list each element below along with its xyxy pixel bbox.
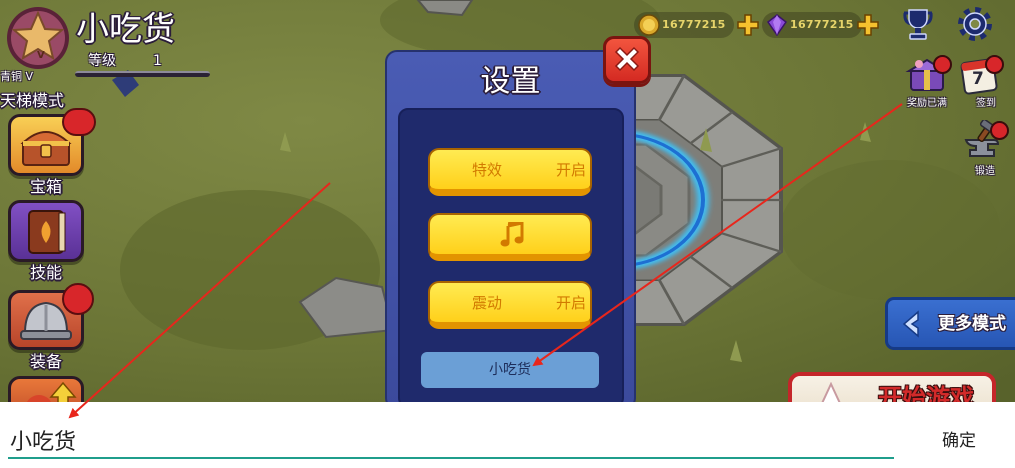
chest-timer-badge — [62, 108, 96, 136]
purple-gem-icon — [766, 14, 788, 36]
skill-book-icon — [28, 210, 66, 254]
name-text-input[interactable] — [8, 422, 894, 459]
effects-label: 特效 — [472, 161, 503, 179]
player-avatar[interactable]: V — [6, 6, 70, 70]
player-name: 小吃货 — [76, 9, 175, 48]
settings-title: 设置 — [480, 64, 541, 99]
music-toggle-button[interactable] — [428, 213, 592, 261]
ladder-mode-label: 天梯模式 — [0, 91, 65, 110]
gem-amount: 16777215 — [790, 18, 854, 31]
forge-label: 锻造 — [975, 166, 995, 177]
gear-icon[interactable] — [957, 6, 993, 42]
reward-notification-dot — [933, 55, 952, 74]
trophy-icon[interactable] — [900, 6, 936, 42]
close-button[interactable] — [603, 36, 651, 84]
forge-notification-dot — [990, 121, 1009, 140]
music-note-icon — [500, 222, 524, 247]
equipment-notification-dot — [62, 283, 94, 315]
vibration-label: 震动 — [472, 294, 503, 312]
vibration-state: 开启 — [556, 294, 587, 312]
rank-badge-numeral: V — [37, 50, 45, 61]
confirm-button[interactable]: 确定 — [936, 430, 982, 452]
reward-full-label: 奖励已满 — [907, 98, 947, 109]
gem-panel: 16777215 — [762, 12, 862, 38]
menu-label-chest: 宝箱 — [29, 177, 62, 196]
coin-amount: 16777215 — [662, 18, 726, 31]
add-coins-plus-icon[interactable] — [736, 13, 760, 37]
menu-label-skills: 技能 — [29, 263, 62, 282]
level-progress-bar — [75, 71, 210, 77]
more-modes-button[interactable]: 更多模式 — [885, 297, 1015, 350]
chevron-left-icon — [902, 310, 919, 338]
sign-in-notification-dot — [985, 55, 1004, 74]
add-gems-plus-icon[interactable] — [856, 13, 880, 37]
close-icon — [614, 46, 640, 72]
effects-state: 开启 — [556, 161, 587, 179]
effects-toggle-button[interactable]: 特效 开启 — [428, 148, 592, 196]
level-value: 1 — [153, 53, 162, 69]
rank-text: 青铜 V — [0, 70, 34, 83]
skills-button[interactable] — [8, 200, 84, 262]
player-name-field[interactable]: 小吃货 — [421, 352, 599, 388]
player-name-field-text: 小吃货 — [489, 362, 531, 378]
coin-panel: 16777215 — [634, 12, 734, 38]
sign-in-label: 签到 — [976, 98, 996, 109]
level-label: 等级 — [88, 53, 116, 69]
calendar-day-number: 7 — [972, 69, 984, 89]
gold-coin-icon — [638, 14, 660, 36]
vibration-toggle-button[interactable]: 震动 开启 — [428, 281, 592, 329]
more-modes-label: 更多模式 — [938, 314, 1006, 334]
menu-label-equipment: 装备 — [29, 352, 62, 371]
